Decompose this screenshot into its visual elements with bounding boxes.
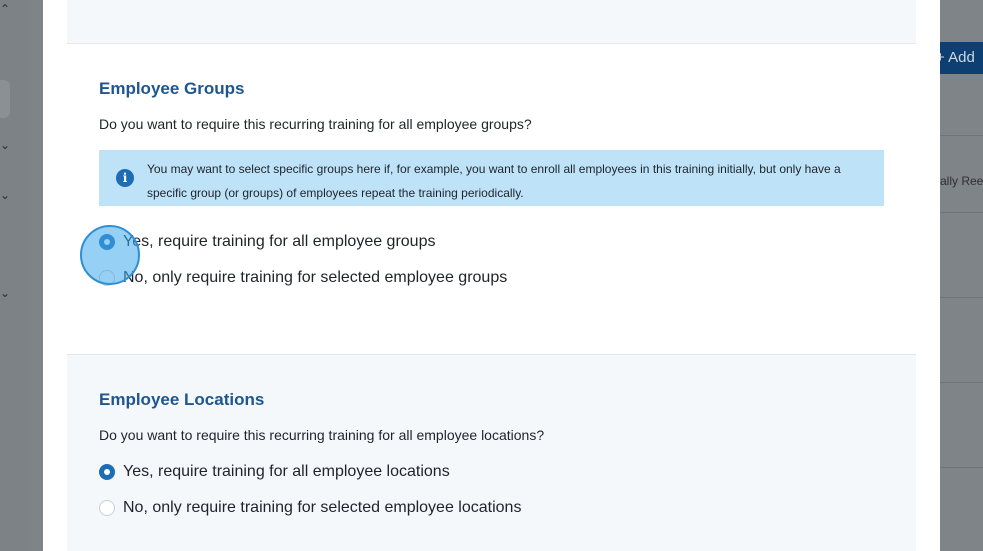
previous-section: [67, 0, 916, 44]
table-divider: [940, 382, 983, 383]
training-settings-modal: Employee Groups Do you want to require t…: [43, 0, 940, 551]
locations-option-all[interactable]: Yes, require training for all employee l…: [99, 463, 450, 481]
locations-option-selected-label: No, only require training for selected e…: [123, 499, 522, 516]
employee-groups-section: Employee Groups Do you want to require t…: [67, 44, 916, 355]
locations-option-selected[interactable]: No, only require training for selected e…: [99, 499, 521, 517]
employee-groups-question: Do you want to require this recurring tr…: [99, 116, 532, 132]
groups-option-all[interactable]: Yes, require training for all employee g…: [99, 233, 435, 251]
chevron-down-icon: ⌄: [0, 138, 11, 152]
background-content: [940, 0, 983, 551]
employee-locations-question: Do you want to require this recurring tr…: [99, 427, 545, 443]
groups-option-selected-label: No, only require training for selected e…: [123, 269, 508, 286]
radio-button-selected[interactable]: [99, 234, 115, 250]
background-sidebar: ⌃ ⌄ ⌄ ⌄: [0, 0, 30, 551]
employee-groups-title: Employee Groups: [99, 79, 245, 98]
employee-locations-section: Employee Locations Do you want to requir…: [67, 355, 916, 551]
table-cell: ally Ree: [940, 174, 983, 188]
info-banner: i You may want to select specific groups…: [99, 150, 884, 206]
info-icon: i: [116, 169, 134, 187]
radio-button[interactable]: [99, 500, 115, 516]
radio-button[interactable]: [99, 270, 115, 286]
table-divider: [940, 467, 983, 468]
locations-option-all-label: Yes, require training for all employee l…: [123, 463, 450, 480]
groups-option-selected[interactable]: No, only require training for selected e…: [99, 269, 507, 287]
background-selected-item: [0, 80, 10, 118]
chevron-down-icon: ⌄: [0, 188, 11, 202]
employee-locations-title: Employee Locations: [99, 390, 265, 409]
chevron-down-icon: ⌄: [0, 286, 11, 300]
table-divider: [940, 212, 983, 213]
radio-button-selected[interactable]: [99, 464, 115, 480]
info-banner-text: You may want to select specific groups h…: [147, 162, 841, 200]
groups-option-all-label: Yes, require training for all employee g…: [123, 233, 436, 250]
table-divider: [940, 135, 983, 136]
chevron-up-icon: ⌃: [0, 2, 11, 16]
table-divider: [940, 297, 983, 298]
